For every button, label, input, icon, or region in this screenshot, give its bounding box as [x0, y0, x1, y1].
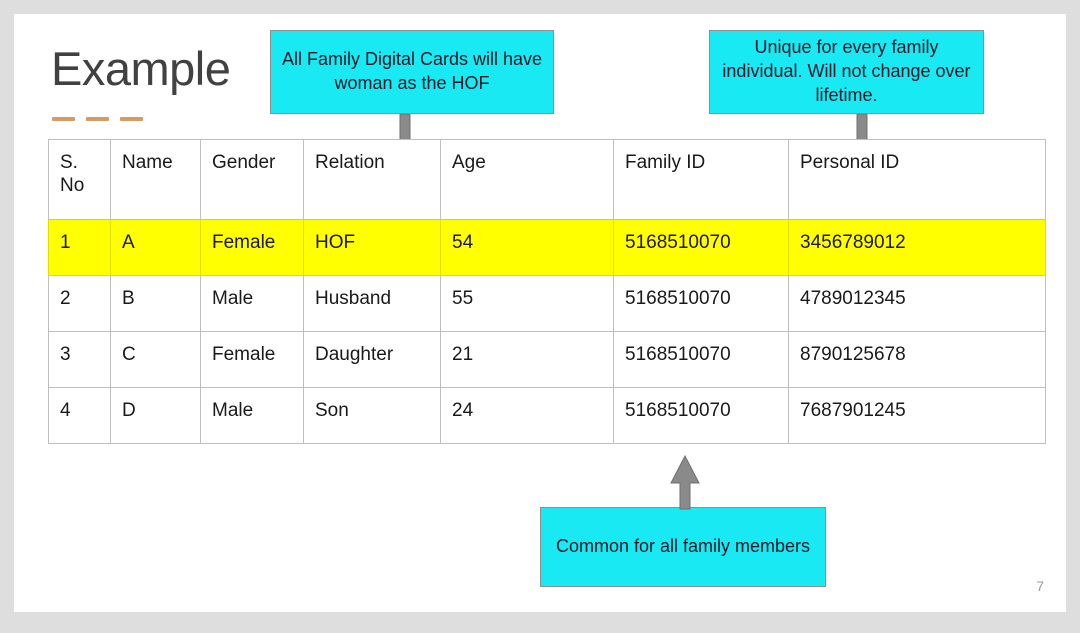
table-row: 3 C Female Daughter 21 5168510070 879012…: [48, 331, 1046, 388]
table-header-row: S. No Name Gender Relation Age Family ID…: [48, 139, 1046, 220]
cell-relation: Daughter: [303, 331, 441, 388]
callout-hof-text: All Family Digital Cards will have woman…: [281, 49, 543, 93]
arrow-up-icon-family-id: [670, 455, 700, 510]
cell-gender: Female: [200, 219, 304, 276]
cell-age: 21: [440, 331, 614, 388]
slide-outer-frame: Example All Family Digital Cards will ha…: [0, 0, 1080, 633]
table-row: 4 D Male Son 24 5168510070 7687901245: [48, 387, 1046, 444]
column-header-gender: Gender: [200, 139, 304, 220]
table-row: 2 B Male Husband 55 5168510070 478901234…: [48, 275, 1046, 332]
cell-personal-id: 7687901245: [788, 387, 1046, 444]
dash-mark: [52, 117, 75, 121]
column-header-name: Name: [110, 139, 201, 220]
column-header-relation: Relation: [303, 139, 441, 220]
cell-sno: 1: [48, 219, 111, 276]
cell-personal-id: 4789012345: [788, 275, 1046, 332]
callout-common-family-id: Common for all family members: [540, 507, 826, 587]
cell-personal-id: 3456789012: [788, 219, 1046, 276]
cell-relation: Son: [303, 387, 441, 444]
cell-relation: HOF: [303, 219, 441, 276]
page-title: Example: [51, 42, 231, 95]
callout-common-text: Common for all family members: [555, 536, 811, 557]
column-header-age: Age: [440, 139, 614, 220]
cell-family-id: 5168510070: [613, 219, 789, 276]
cell-gender: Female: [200, 331, 304, 388]
column-header-sno: S. No: [48, 139, 111, 220]
cell-family-id: 5168510070: [613, 331, 789, 388]
cell-age: 24: [440, 387, 614, 444]
slide-canvas: Example All Family Digital Cards will ha…: [14, 14, 1066, 612]
dash-mark: [86, 117, 109, 121]
callout-unique-personal-id: Unique for every family individual. Will…: [709, 30, 984, 114]
column-header-family-id: Family ID: [613, 139, 789, 220]
cell-family-id: 5168510070: [613, 387, 789, 444]
callout-unique-text: Unique for every family individual. Will…: [722, 37, 971, 105]
cell-relation: Husband: [303, 275, 441, 332]
cell-name: A: [110, 219, 201, 276]
page-number: 7: [1036, 578, 1044, 594]
table-row: 1 A Female HOF 54 5168510070 3456789012: [48, 219, 1046, 276]
cell-sno: 3: [48, 331, 111, 388]
cell-sno: 2: [48, 275, 111, 332]
cell-age: 54: [440, 219, 614, 276]
dash-mark: [120, 117, 143, 121]
cell-sno: 4: [48, 387, 111, 444]
cell-personal-id: 8790125678: [788, 331, 1046, 388]
column-header-personal-id: Personal ID: [788, 139, 1046, 220]
cell-name: C: [110, 331, 201, 388]
cell-family-id: 5168510070: [613, 275, 789, 332]
title-underline-dashes: [52, 117, 143, 121]
cell-gender: Male: [200, 387, 304, 444]
cell-age: 55: [440, 275, 614, 332]
family-members-table: S. No Name Gender Relation Age Family ID…: [48, 139, 1046, 444]
cell-name: D: [110, 387, 201, 444]
callout-hof: All Family Digital Cards will have woman…: [270, 30, 554, 114]
cell-gender: Male: [200, 275, 304, 332]
family-table-wrapper: S. No Name Gender Relation Age Family ID…: [48, 139, 1046, 444]
cell-name: B: [110, 275, 201, 332]
